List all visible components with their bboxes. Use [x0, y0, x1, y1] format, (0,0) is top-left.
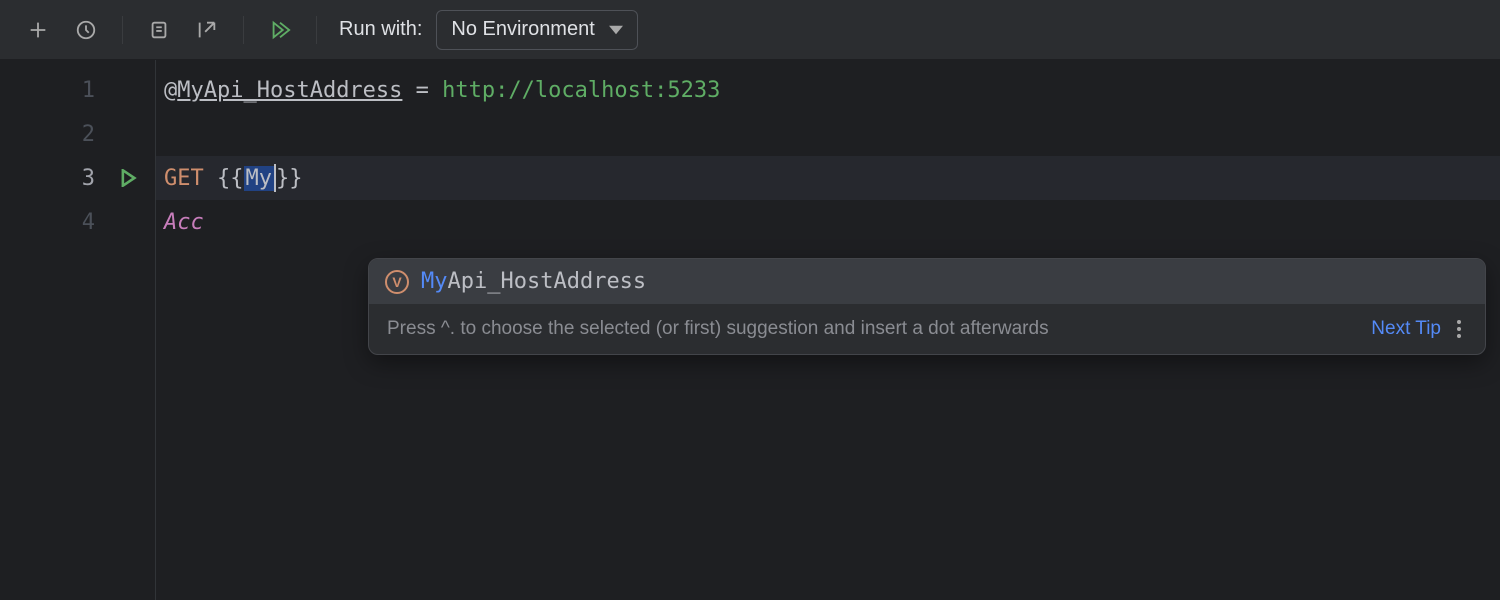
next-tip-link[interactable]: Next Tip — [1371, 318, 1441, 340]
separator — [243, 16, 244, 44]
variable-icon: V — [385, 270, 409, 294]
environment-value: No Environment — [451, 18, 594, 41]
run-with-label: Run with: — [339, 18, 422, 41]
add-icon[interactable] — [18, 10, 58, 50]
autocomplete-text: MyApi_HostAddress — [421, 269, 646, 294]
gutter-row: 4 — [0, 200, 155, 244]
hint-text: Press ^. to choose the selected (or firs… — [387, 318, 1361, 340]
code-line: Acc — [164, 200, 1500, 244]
more-icon[interactable] — [1451, 320, 1467, 338]
code-line: @MyApi_HostAddress = http://localhost:52… — [164, 68, 1500, 112]
gutter-row: 3 — [0, 156, 155, 200]
structure-icon[interactable] — [139, 10, 179, 50]
line-number: 1 — [82, 78, 95, 103]
autocomplete-item[interactable]: V MyApi_HostAddress — [369, 259, 1485, 304]
gutter-row: 2 — [0, 112, 155, 156]
code-line — [164, 112, 1500, 156]
separator — [122, 16, 123, 44]
separator — [316, 16, 317, 44]
run-all-icon[interactable] — [260, 10, 300, 50]
code-line-active: GET {{My}} — [156, 156, 1500, 200]
line-number: 3 — [82, 166, 95, 191]
line-number: 2 — [82, 122, 95, 147]
toolbar: Run with: No Environment — [0, 0, 1500, 60]
gutter-row: 1 — [0, 68, 155, 112]
run-line-icon[interactable] — [119, 169, 137, 187]
gutter: 1 2 3 4 — [0, 60, 156, 600]
editor: 1 2 3 4 @MyApi_HostAddress = http://loca… — [0, 60, 1500, 600]
code-area[interactable]: @MyApi_HostAddress = http://localhost:52… — [156, 60, 1500, 600]
popup-hint-bar: Press ^. to choose the selected (or firs… — [369, 304, 1485, 354]
import-icon[interactable] — [187, 10, 227, 50]
environment-dropdown[interactable]: No Environment — [436, 10, 637, 50]
history-icon[interactable] — [66, 10, 106, 50]
chevron-down-icon — [609, 23, 623, 37]
autocomplete-popup: V MyApi_HostAddress Press ^. to choose t… — [368, 258, 1486, 355]
line-number: 4 — [82, 210, 95, 235]
